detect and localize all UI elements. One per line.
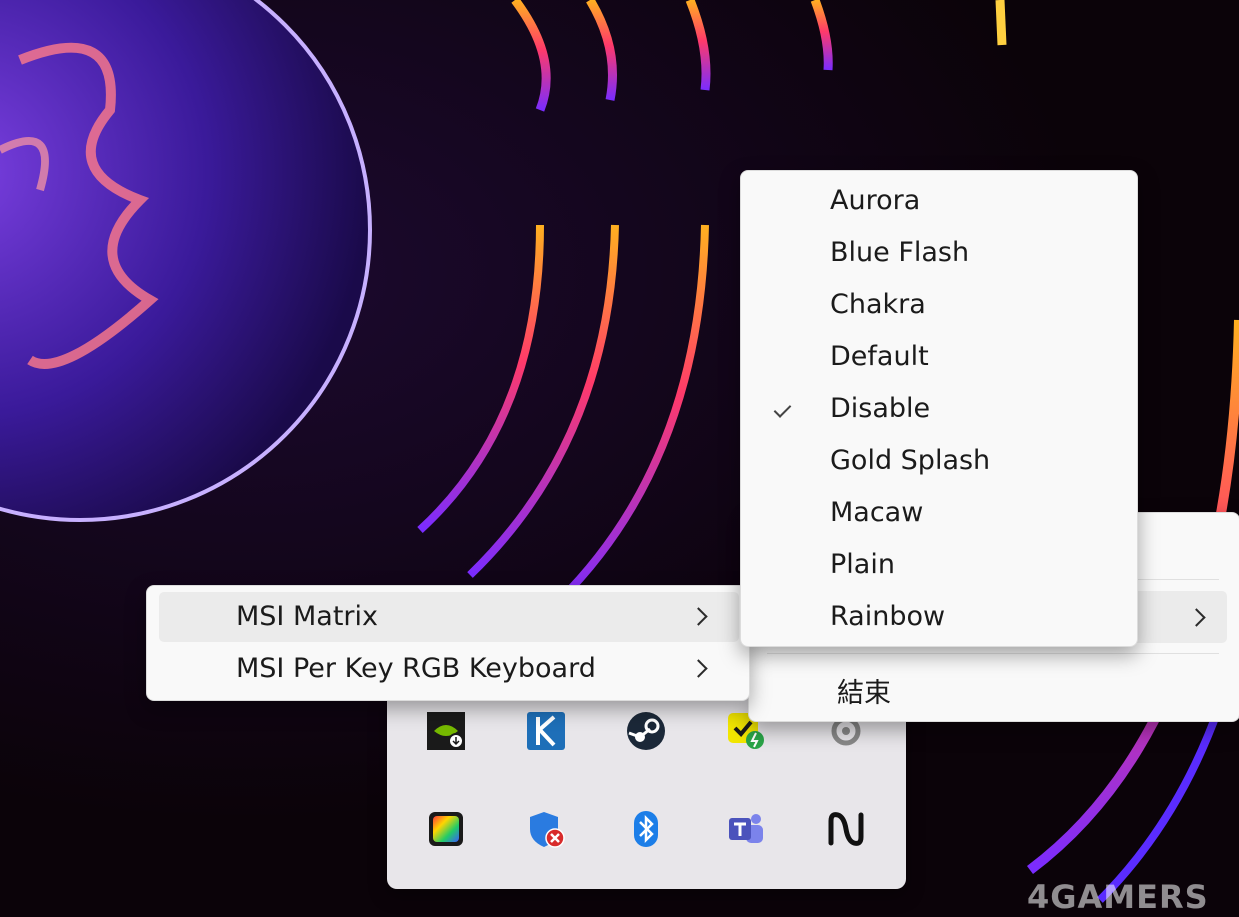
menu-divider — [767, 653, 1219, 654]
nvidia-icon[interactable] — [425, 710, 467, 752]
chevron-right-icon — [689, 607, 708, 626]
menu-item-label: Macaw — [830, 497, 924, 528]
chevron-right-icon — [1187, 608, 1206, 627]
checkmark-icon — [773, 400, 792, 418]
menu-item-rainbow[interactable]: Rainbow — [747, 592, 1131, 644]
menu-item-chakra[interactable]: Chakra — [747, 280, 1131, 332]
defender-warning-icon[interactable] — [525, 808, 567, 850]
menu-item-exit[interactable]: 結束 — [755, 663, 1227, 715]
menu-item-label: Disable — [830, 393, 931, 424]
menu-item-label: Aurora — [830, 185, 921, 216]
menu-item-plain[interactable]: Plain — [747, 540, 1131, 592]
menu-item-label: MSI Per Key RGB Keyboard — [236, 653, 596, 684]
wave-app-icon[interactable] — [825, 808, 867, 850]
exit-label: 結束 — [837, 678, 891, 709]
menu-item-macaw[interactable]: Macaw — [747, 488, 1131, 540]
menu-item-label: Blue Flash — [830, 237, 970, 268]
menu-item-disable[interactable]: Disable — [747, 384, 1131, 436]
menu-item-gold-splash[interactable]: Gold Splash — [747, 436, 1131, 488]
bluetooth-icon[interactable] — [625, 808, 667, 850]
device-submenu: MSI Matrix MSI Per Key RGB Keyboard — [146, 585, 750, 701]
watermark-logo: 4GAMERS — [1027, 878, 1209, 916]
teams-icon[interactable] — [725, 808, 767, 850]
menu-item-label: Rainbow — [830, 601, 946, 632]
menu-item-blue-flash[interactable]: Blue Flash — [747, 228, 1131, 280]
menu-item-label: Gold Splash — [830, 445, 991, 476]
menu-item-label: MSI Matrix — [236, 601, 378, 632]
chevron-right-icon — [689, 659, 708, 678]
menu-item-label: Chakra — [830, 289, 926, 320]
menu-item-default[interactable]: Default — [747, 332, 1131, 384]
menu-item-msi-per-key-rgb-keyboard[interactable]: MSI Per Key RGB Keyboard — [159, 644, 739, 694]
menu-item-label: Plain — [830, 549, 895, 580]
menu-item-msi-matrix[interactable]: MSI Matrix — [159, 592, 739, 642]
menu-item-aurora[interactable]: Aurora — [747, 176, 1131, 228]
color-palette-icon[interactable] — [425, 808, 467, 850]
menu-item-label: Default — [830, 341, 929, 372]
steam-icon[interactable] — [625, 710, 667, 752]
k-app-icon[interactable] — [525, 710, 567, 752]
effects-submenu: Aurora Blue Flash Chakra Default Disable… — [740, 170, 1138, 647]
